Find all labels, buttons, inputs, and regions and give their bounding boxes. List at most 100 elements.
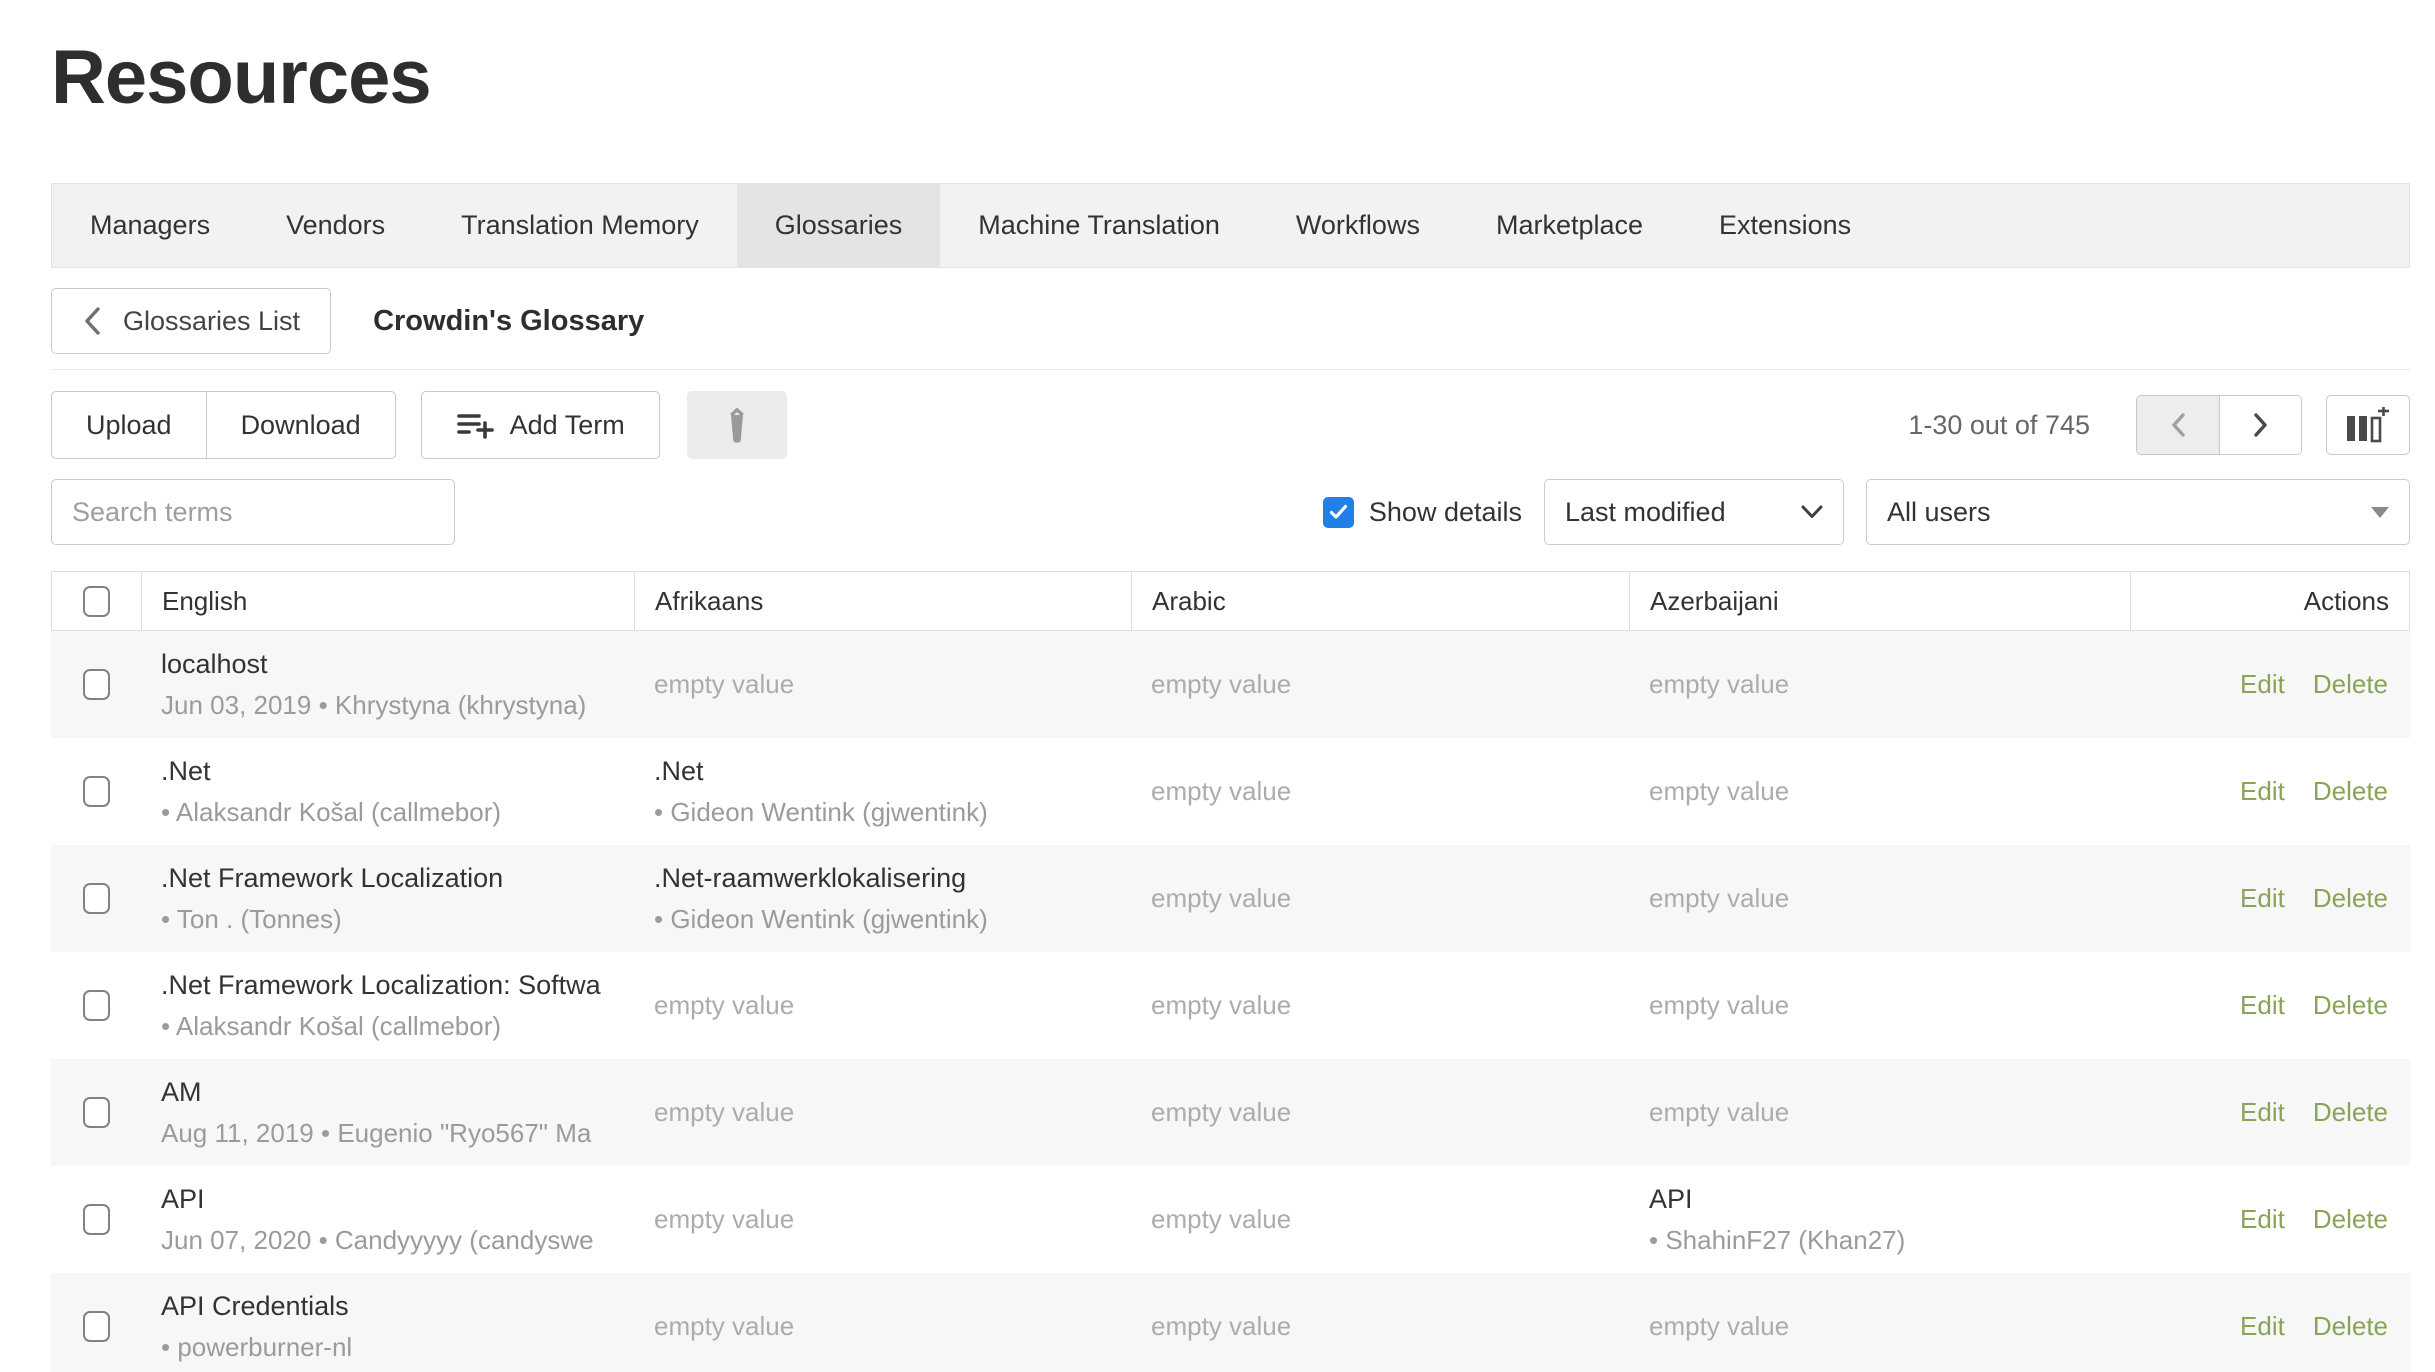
term-cell-azerbaijani: empty value — [1629, 1059, 2130, 1166]
empty-value-label: empty value — [1649, 1097, 2130, 1128]
term-cell-azerbaijani: empty value — [1629, 631, 2130, 738]
row-select-cell — [51, 1166, 141, 1273]
row-checkbox[interactable] — [83, 1311, 110, 1342]
empty-value-label: empty value — [654, 990, 1131, 1021]
edit-link[interactable]: Edit — [2240, 1097, 2285, 1128]
table-row: .Net Framework Localization: Softwa• Ala… — [51, 952, 2410, 1059]
term-text: AM — [161, 1077, 634, 1108]
column-header-arabic: Arabic — [1132, 572, 1630, 630]
upload-button[interactable]: Upload — [51, 391, 206, 459]
delete-link[interactable]: Delete — [2313, 1311, 2388, 1342]
empty-value-label: empty value — [1649, 776, 2130, 807]
edit-link[interactable]: Edit — [2240, 990, 2285, 1021]
edit-link[interactable]: Edit — [2240, 669, 2285, 700]
row-checkbox[interactable] — [83, 1204, 110, 1235]
empty-value-label: empty value — [1151, 1097, 1629, 1128]
edit-link[interactable]: Edit — [2240, 883, 2285, 914]
row-checkbox[interactable] — [83, 883, 110, 914]
term-cell-english: .Net Framework Localization: Softwa• Ala… — [141, 952, 634, 1059]
download-button[interactable]: Download — [206, 391, 396, 459]
tab-machine-translation[interactable]: Machine Translation — [940, 184, 1258, 267]
delete-link[interactable]: Delete — [2313, 990, 2388, 1021]
delete-link[interactable]: Delete — [2313, 1097, 2388, 1128]
edit-link[interactable]: Edit — [2240, 776, 2285, 807]
row-checkbox[interactable] — [83, 1097, 110, 1128]
table-row: localhostJun 03, 2019 • Khrystyna (khrys… — [51, 631, 2410, 738]
row-select-cell — [51, 631, 141, 738]
terms-table: EnglishAfrikaansArabicAzerbaijaniActions… — [51, 571, 2410, 1372]
sort-select-value: Last modified — [1565, 497, 1726, 528]
term-cell-english: APIJun 07, 2020 • Candyyyyy (candyswe — [141, 1166, 634, 1273]
table-row: APIJun 07, 2020 • Candyyyyy (candyswe emp… — [51, 1166, 2410, 1273]
delete-selected-button[interactable] — [687, 391, 787, 459]
actions-cell: Edit Delete — [2130, 631, 2410, 738]
tab-extensions[interactable]: Extensions — [1681, 184, 1889, 267]
table-row: .Net• Alaksandr Košal (callmebor).Net• G… — [51, 738, 2410, 845]
prev-page-button[interactable] — [2137, 396, 2219, 454]
term-text: API — [161, 1184, 634, 1215]
resources-tabbar: ManagersVendorsTranslation MemoryGlossar… — [51, 183, 2410, 268]
empty-value-label: empty value — [654, 669, 1131, 700]
pagination-range: 1-30 out of 745 — [1908, 410, 2090, 441]
term-cell-afrikaans: .Net-raamwerklokalisering• Gideon Wentin… — [634, 845, 1131, 952]
actions-cell: Edit Delete — [2130, 845, 2410, 952]
term-text: .Net — [161, 756, 634, 787]
section-divider — [51, 369, 2410, 370]
term-meta: • Gideon Wentink (gjwentink) — [654, 904, 1131, 935]
trash-icon — [720, 405, 754, 445]
delete-link[interactable]: Delete — [2313, 883, 2388, 914]
empty-value-label: empty value — [1151, 1204, 1629, 1235]
empty-value-label: empty value — [1649, 990, 2130, 1021]
filter-controls: Show details Last modified All users — [1323, 479, 2410, 545]
edit-link[interactable]: Edit — [2240, 1311, 2285, 1342]
glossaries-list-back-button[interactable]: Glossaries List — [51, 288, 331, 354]
edit-link[interactable]: Edit — [2240, 1204, 2285, 1235]
tab-translation-memory[interactable]: Translation Memory — [423, 184, 737, 267]
term-text: .Net Framework Localization: Softwa — [161, 970, 634, 1001]
term-cell-azerbaijani: empty value — [1629, 845, 2130, 952]
actions-cell: Edit Delete — [2130, 952, 2410, 1059]
delete-link[interactable]: Delete — [2313, 776, 2388, 807]
term-text: localhost — [161, 649, 634, 680]
tab-vendors[interactable]: Vendors — [248, 184, 423, 267]
users-filter-value: All users — [1887, 497, 1991, 528]
term-meta: • Ton . (Tonnes) — [161, 904, 634, 935]
add-term-button[interactable]: Add Term — [421, 391, 660, 459]
tab-workflows[interactable]: Workflows — [1258, 184, 1458, 267]
delete-link[interactable]: Delete — [2313, 669, 2388, 700]
chevron-left-icon — [82, 306, 103, 336]
term-cell-english: .Net Framework Localization• Ton . (Tonn… — [141, 845, 634, 952]
manage-columns-button[interactable] — [2326, 395, 2410, 455]
tab-glossaries[interactable]: Glossaries — [737, 184, 941, 267]
empty-value-label: empty value — [1151, 990, 1629, 1021]
pagination-cluster: 1-30 out of 745 — [1908, 395, 2410, 455]
sort-select[interactable]: Last modified — [1544, 479, 1844, 545]
filter-row: Show details Last modified All users — [51, 479, 2410, 545]
row-select-cell — [51, 738, 141, 845]
row-checkbox[interactable] — [83, 669, 110, 700]
list-plus-icon — [456, 409, 494, 441]
next-page-button[interactable] — [2219, 396, 2301, 454]
delete-link[interactable]: Delete — [2313, 1204, 2388, 1235]
glossary-toolbar: Upload Download Add Term — [51, 391, 2410, 459]
term-cell-arabic: empty value — [1131, 1059, 1629, 1166]
term-cell-english: API Credentials• powerburner-nl — [141, 1273, 634, 1372]
select-all-checkbox[interactable] — [83, 586, 110, 617]
chevron-down-icon — [1801, 505, 1823, 519]
show-details-checkbox[interactable] — [1323, 497, 1354, 528]
empty-value-label: empty value — [1649, 669, 2130, 700]
empty-value-label: empty value — [1151, 1311, 1629, 1342]
show-details-label: Show details — [1369, 497, 1522, 528]
term-cell-afrikaans: .Net• Gideon Wentink (gjwentink) — [634, 738, 1131, 845]
users-filter-select[interactable]: All users — [1866, 479, 2410, 545]
row-checkbox[interactable] — [83, 990, 110, 1021]
tab-marketplace[interactable]: Marketplace — [1458, 184, 1681, 267]
term-cell-azerbaijani: empty value — [1629, 952, 2130, 1059]
actions-cell: Edit Delete — [2130, 1059, 2410, 1166]
back-button-label: Glossaries List — [123, 306, 300, 337]
search-input[interactable] — [51, 479, 455, 545]
download-button-label: Download — [241, 410, 361, 441]
page-title: Resources — [51, 34, 2410, 121]
tab-managers[interactable]: Managers — [52, 184, 248, 267]
row-checkbox[interactable] — [83, 776, 110, 807]
